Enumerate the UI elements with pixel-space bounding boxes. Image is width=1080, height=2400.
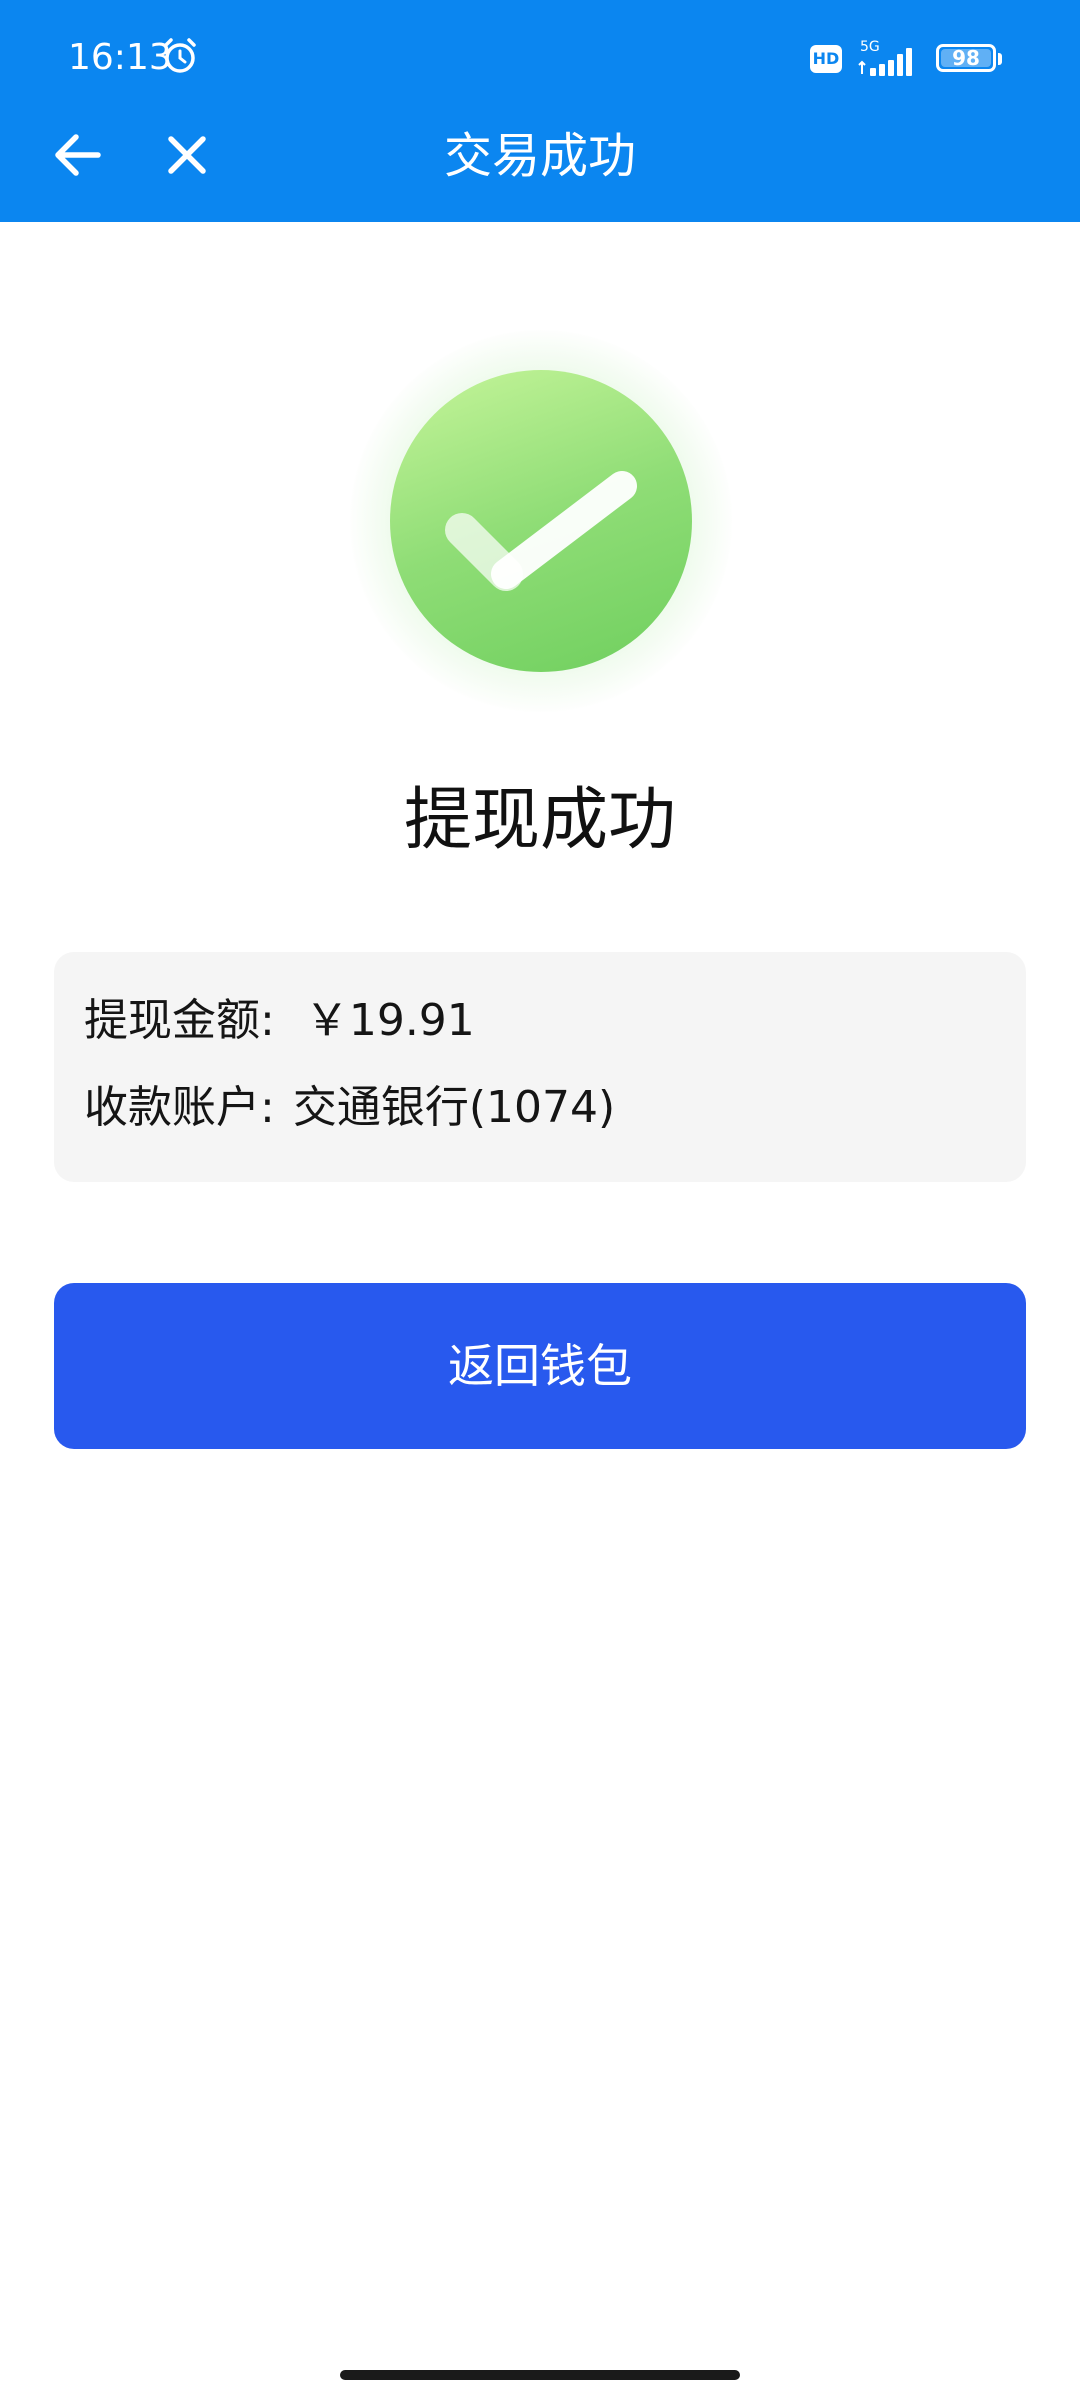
return-to-wallet-button[interactable]: 返回钱包	[54, 1283, 1026, 1449]
network-label: 5G	[860, 39, 880, 55]
battery-indicator: 98	[936, 44, 1002, 74]
success-badge	[350, 330, 732, 712]
signal-5g-icon: 5G	[858, 39, 912, 76]
status-time: 16:13	[68, 37, 172, 78]
account-label: 收款账户:	[84, 1082, 275, 1133]
app-header: 16:13 HD 5G 98 交易成功	[0, 0, 1080, 222]
success-title: 提现成功	[403, 781, 676, 860]
hd-badge: HD	[810, 45, 842, 73]
home-indicator[interactable]	[340, 2370, 740, 2380]
battery-percentage: 98	[952, 46, 980, 70]
amount-label: 提现金额:	[84, 995, 275, 1046]
page-title: 交易成功	[443, 128, 636, 184]
account-value: 交通银行(1074)	[292, 1082, 616, 1133]
checkmark-icon	[445, 471, 637, 591]
battery-tip	[998, 53, 1002, 65]
withdrawal-details-card: 提现金额: ￥19.91 收款账户: 交通银行(1074)	[54, 952, 1026, 1182]
alarm-clock-icon	[164, 38, 196, 73]
amount-row: 提现金额: ￥19.91	[84, 993, 475, 1049]
account-row: 收款账户: 交通银行(1074)	[84, 1080, 615, 1136]
amount-value: ￥19.91	[304, 995, 475, 1046]
